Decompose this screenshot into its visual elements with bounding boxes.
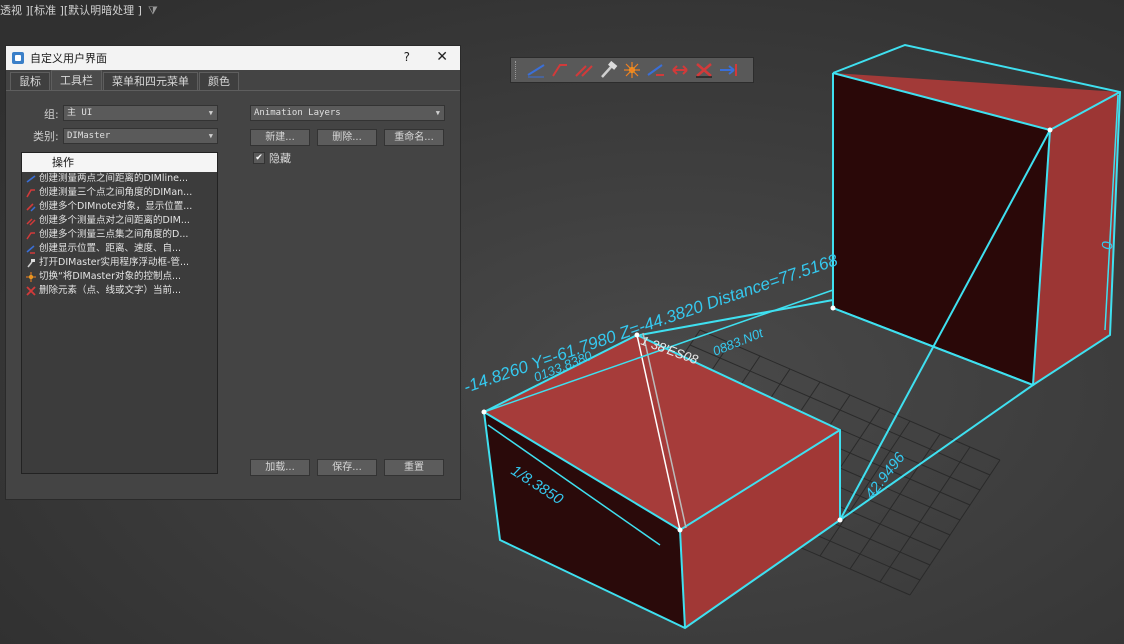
dim-angle-icon[interactable] xyxy=(548,60,572,80)
delete-button[interactable]: 删除... xyxy=(317,129,377,146)
action-list-item[interactable]: 创建多个测量三点集之间角度的D... xyxy=(22,228,217,242)
delete-x-icon xyxy=(26,286,39,296)
action-list-item[interactable]: 切换“将DIMaster对象的控制点... xyxy=(22,270,217,284)
dim-note-icon[interactable] xyxy=(572,60,596,80)
group-select[interactable]: 主 UI ▼ xyxy=(63,105,218,121)
tab-mouse[interactable]: 鼠标 xyxy=(10,72,50,90)
hide-checkbox[interactable]: ✔ 隐藏 xyxy=(253,150,291,166)
dim-angle-set-icon xyxy=(26,230,39,240)
dim-angle-icon xyxy=(26,188,39,198)
hide-label: 隐藏 xyxy=(269,152,291,165)
action-label: 创建多个测量三点集之间角度的D... xyxy=(39,229,189,240)
customize-ui-dialog[interactable]: 自定义用户界面 ? ✕ 鼠标 工具栏 菜单和四元菜单 颜色 组: 主 UI ▼ 类… xyxy=(5,45,461,500)
dim-line-icon[interactable] xyxy=(524,60,548,80)
toolbar-select[interactable]: Animation Layers ▼ xyxy=(250,105,445,121)
dimension-right-side-text: 0 xyxy=(1099,240,1116,250)
action-label: 创建测量三个点之间角度的DIMan... xyxy=(39,187,193,198)
dim-pairs-icon xyxy=(26,216,39,226)
action-list-item[interactable]: 打开DIMaster实用程序浮动框-管... xyxy=(22,256,217,270)
action-label: 打开DIMaster实用程序浮动框-管... xyxy=(39,257,190,268)
action-list-item[interactable]: 创建测量两点之间距离的DIMline... xyxy=(22,172,217,186)
dim-arrows-icon[interactable] xyxy=(668,60,692,80)
action-label: 创建多个DIMnote对象，显示位置... xyxy=(39,201,193,212)
multi-note-icon[interactable] xyxy=(644,60,668,80)
dim-info-icon xyxy=(26,244,39,254)
actions-list[interactable]: 操作 创建测量两点之间距离的DIMline... 创建测量三个点之间角度的DIMa… xyxy=(21,152,218,474)
chevron-down-icon: ▼ xyxy=(435,109,440,117)
dimaster-floating-toolbar[interactable] xyxy=(510,57,754,83)
action-label: 创建多个测量点对之间距离的DIM... xyxy=(39,215,190,226)
dialog-tabs: 鼠标 工具栏 菜单和四元菜单 颜色 xyxy=(6,70,460,91)
toolbar-grip-handle[interactable] xyxy=(515,61,520,79)
action-list-item[interactable]: 创建多个DIMnote对象，显示位置... xyxy=(22,200,217,214)
dialog-title: 自定义用户界面 xyxy=(30,52,107,65)
dialog-titlebar[interactable]: 自定义用户界面 ? ✕ xyxy=(6,46,460,70)
app-icon xyxy=(12,52,24,64)
close-icon[interactable]: ✕ xyxy=(436,49,448,65)
star-burst-icon xyxy=(26,272,39,282)
action-label: 删除元素（点、线或文字）当前... xyxy=(39,285,182,296)
reset-button[interactable]: 重置 xyxy=(384,459,444,476)
action-label: 创建测量两点之间距离的DIMline... xyxy=(39,173,189,184)
action-list-item[interactable]: 删除元素（点、线或文字）当前... xyxy=(22,284,217,298)
star-burst-icon[interactable] xyxy=(620,60,644,80)
new-button[interactable]: 新建... xyxy=(250,129,310,146)
checkbox-check-icon[interactable]: ✔ xyxy=(253,152,265,164)
action-list-item[interactable]: 创建测量三个点之间角度的DIMan... xyxy=(22,186,217,200)
hammer-icon xyxy=(26,258,39,268)
action-list-item[interactable]: 创建显示位置、距离、速度、自... xyxy=(22,242,217,256)
action-label: 切换“将DIMaster对象的控制点... xyxy=(39,271,182,282)
category-label: 类别: xyxy=(33,130,59,143)
load-button[interactable]: 加载... xyxy=(250,459,310,476)
dim-arrow-right-icon[interactable] xyxy=(716,60,740,80)
action-label: 创建显示位置、距离、速度、自... xyxy=(39,243,182,254)
viewport-label[interactable]: 透视 ][标准 ][默认明暗处理 ] ⧩ xyxy=(0,2,158,18)
dim-line-icon xyxy=(26,174,39,184)
actions-list-header[interactable]: 操作 xyxy=(22,153,217,172)
funnel-icon[interactable]: ⧩ xyxy=(148,4,158,17)
tab-colors[interactable]: 颜色 xyxy=(199,72,239,90)
hammer-icon[interactable] xyxy=(596,60,620,80)
save-button[interactable]: 保存... xyxy=(317,459,377,476)
action-list-item[interactable]: 创建多个测量点对之间距离的DIM... xyxy=(22,214,217,228)
help-button[interactable]: ? xyxy=(404,50,410,64)
chevron-down-icon: ▼ xyxy=(208,132,213,140)
rename-button[interactable]: 重命名... xyxy=(384,129,444,146)
delete-x-icon[interactable] xyxy=(692,60,716,80)
chevron-down-icon: ▼ xyxy=(208,109,213,117)
group-label: 组: xyxy=(44,108,59,121)
category-select[interactable]: DIMaster ▼ xyxy=(63,128,218,144)
tab-menus-quads[interactable]: 菜单和四元菜单 xyxy=(103,72,198,90)
tab-toolbars[interactable]: 工具栏 xyxy=(51,70,102,90)
dim-note-icon xyxy=(26,202,39,212)
